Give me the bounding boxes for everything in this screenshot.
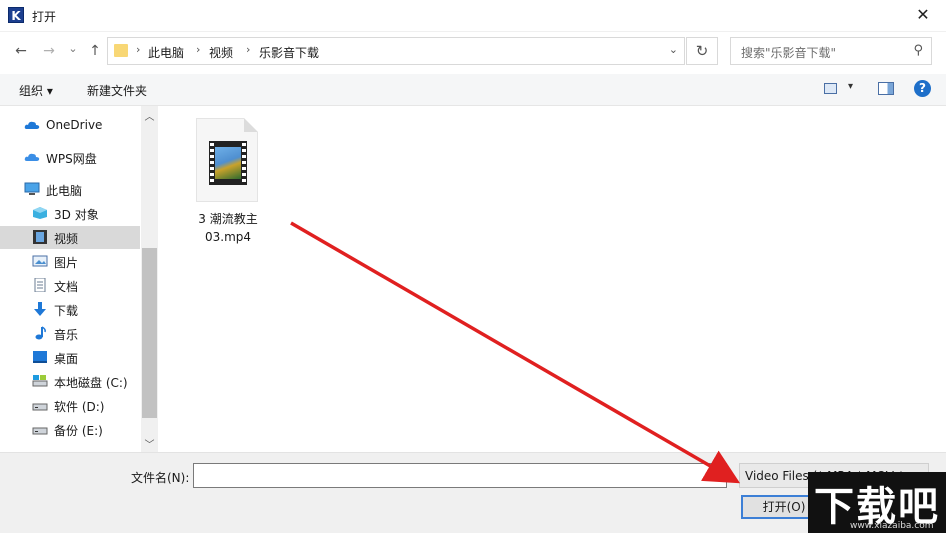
title-bar: K 打开 ✕ xyxy=(0,0,946,32)
up-arrow-icon[interactable]: ↑ xyxy=(86,42,104,60)
close-button[interactable]: ✕ xyxy=(900,0,946,32)
breadcrumb-separator: › xyxy=(196,43,201,56)
sidebar-item-drive-e[interactable]: 备份 (E:) xyxy=(0,418,140,441)
refresh-button[interactable]: ↻ xyxy=(686,37,718,65)
sidebar-item-videos[interactable]: 视频 xyxy=(0,226,140,249)
sidebar-scrollbar-thumb[interactable] xyxy=(142,248,157,418)
app-logo-icon: K xyxy=(8,7,24,23)
sidebar-item-music[interactable]: 音乐 xyxy=(0,322,140,345)
address-bar[interactable]: › 此电脑 › 视频 › 乐影音下载 ⌄ xyxy=(107,37,685,65)
watermark-logo: 下载吧 www.xiazaiba.com xyxy=(808,472,946,533)
file-name-line: 3 潮流教主 xyxy=(198,212,258,226)
sidebar-item-pictures[interactable]: 图片 xyxy=(0,250,140,273)
filename-input[interactable] xyxy=(193,463,727,488)
view-dropdown-icon[interactable]: ▾ xyxy=(848,81,853,92)
address-dropdown-icon[interactable]: ⌄ xyxy=(669,43,678,56)
breadcrumb-separator: › xyxy=(246,43,251,56)
drive-icon xyxy=(32,403,48,411)
sidebar-item-desktop[interactable]: 桌面 xyxy=(0,346,140,369)
sidebar-item-label: 音乐 xyxy=(54,328,79,342)
filename-label: 文件名(N): xyxy=(131,471,190,485)
breadcrumb-separator: › xyxy=(136,43,141,56)
breadcrumb-videos[interactable]: 视频 xyxy=(209,44,233,61)
sidebar-item-label: 文档 xyxy=(54,280,79,294)
video-icon xyxy=(33,230,47,244)
forward-arrow-icon[interactable]: → xyxy=(40,42,58,60)
download-icon xyxy=(34,302,46,316)
new-folder-button[interactable]: 新建文件夹 xyxy=(87,82,147,99)
cube-icon xyxy=(33,207,47,219)
sidebar-item-documents[interactable]: 文档 xyxy=(0,274,140,297)
breadcrumb-current-folder[interactable]: 乐影音下载 xyxy=(259,44,319,61)
search-icon[interactable]: ⚲ xyxy=(913,43,923,58)
search-input[interactable]: 搜索"乐影音下载" xyxy=(741,44,836,61)
document-icon xyxy=(34,278,46,292)
sidebar-item-3d-objects[interactable]: 3D 对象 xyxy=(0,202,140,225)
sidebar-item-label: 此电脑 xyxy=(46,184,83,198)
file-name-label: 3 潮流教主 03.mp4 xyxy=(186,210,270,246)
drive-icon xyxy=(32,427,48,435)
help-icon[interactable]: ? xyxy=(914,80,931,97)
sidebar-item-label: 本地磁盘 (C:) xyxy=(54,376,128,390)
wps-cloud-icon xyxy=(24,153,40,161)
navigation-pane: OneDrive WPS网盘 此电脑 3D 对象 视频 图片 文档 下载 音乐 … xyxy=(0,106,158,452)
back-arrow-icon[interactable]: ← xyxy=(12,42,30,60)
sidebar-item-label: WPS网盘 xyxy=(46,152,97,166)
sidebar-item-drive-d[interactable]: 软件 (D:) xyxy=(0,394,140,417)
breadcrumb-this-pc[interactable]: 此电脑 xyxy=(148,44,184,61)
sidebar-item-downloads[interactable]: 下载 xyxy=(0,298,140,321)
sidebar-item-label: 软件 (D:) xyxy=(54,400,105,414)
scroll-down-arrow-icon[interactable]: ﹀ xyxy=(141,436,158,451)
desktop-icon xyxy=(33,351,47,363)
file-item[interactable]: 3 潮流教主 03.mp4 xyxy=(192,116,264,246)
file-list-area[interactable] xyxy=(158,106,946,452)
sidebar-item-label: 图片 xyxy=(54,256,79,270)
picture-icon xyxy=(32,255,48,267)
sidebar-item-label: 桌面 xyxy=(54,352,79,366)
sidebar-item-label: 视频 xyxy=(54,232,79,246)
search-box[interactable]: 搜索"乐影音下载" ⚲ xyxy=(730,37,932,65)
computer-icon xyxy=(24,182,40,195)
preview-pane-icon[interactable] xyxy=(878,82,894,95)
sidebar-item-this-pc[interactable]: 此电脑 xyxy=(0,178,140,201)
sidebar-item-label: 3D 对象 xyxy=(54,208,99,222)
organize-menu-button[interactable]: 组织 ▾ xyxy=(19,82,53,99)
video-file-icon xyxy=(196,118,258,202)
drive-c-icon xyxy=(32,375,48,387)
music-icon xyxy=(35,326,46,340)
change-view-icon[interactable] xyxy=(824,83,837,94)
recent-locations-dropdown-icon[interactable]: ⌄ xyxy=(64,40,82,58)
command-bar: 组织 ▾ 新建文件夹 ▾ ? xyxy=(0,74,946,106)
sidebar-item-drive-c[interactable]: 本地磁盘 (C:) xyxy=(0,370,140,393)
sidebar-item-onedrive[interactable]: OneDrive xyxy=(0,114,140,137)
window-title: 打开 xyxy=(32,10,57,24)
folder-icon xyxy=(114,44,128,57)
sidebar-item-label: 备份 (E:) xyxy=(54,424,103,438)
cloud-icon xyxy=(24,121,40,129)
sidebar-item-wps-cloud[interactable]: WPS网盘 xyxy=(0,146,140,169)
sidebar-item-label: 下载 xyxy=(54,304,79,318)
scroll-up-arrow-icon[interactable]: ︿ xyxy=(141,108,158,123)
file-name-line: 03.mp4 xyxy=(204,230,252,244)
sidebar-item-label: OneDrive xyxy=(46,118,103,132)
watermark-url: www.xiazaiba.com xyxy=(850,521,934,531)
